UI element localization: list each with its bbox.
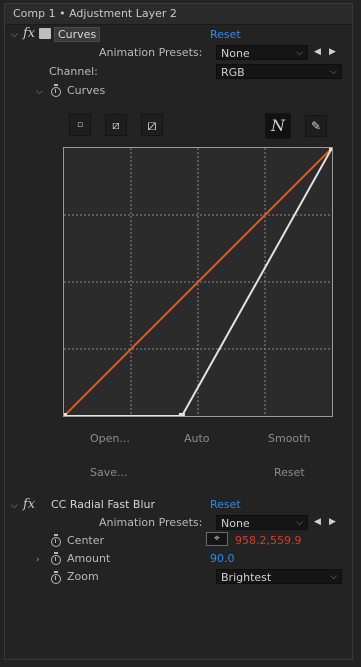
blur-animation-presets-dropdown[interactable]: None ⌵ [216, 515, 308, 530]
animation-presets-value: None [221, 47, 250, 60]
curves-reset-link[interactable]: Reset [210, 28, 241, 41]
medium-graph-size-icon[interactable]: ⧄ [105, 114, 127, 136]
effect-lock-icon[interactable] [39, 28, 51, 39]
zoom-value: Brightest [221, 571, 272, 584]
curves-save-button[interactable]: Save... [90, 466, 128, 479]
center-label: Center [67, 534, 105, 547]
blur-collapse-chevron-icon[interactable]: ⌵ [11, 501, 18, 511]
curve-control-point[interactable] [178, 413, 185, 416]
large-graph-size-icon[interactable]: ⧄ [141, 114, 163, 136]
panel-title: Comp 1 • Adjustment Layer 2 [13, 7, 177, 20]
chevron-down-icon: ⌵ [330, 67, 337, 77]
bezier-curve-tool-icon[interactable]: N [265, 113, 291, 139]
blur-effect-name[interactable]: CC Radial Fast Blur [51, 498, 155, 511]
amount-stopwatch-icon[interactable] [51, 552, 61, 566]
pencil-tool-icon[interactable]: ✎ [305, 115, 327, 137]
curves-effect-name[interactable]: Curves [54, 27, 101, 42]
blur-next-preset-icon[interactable]: ▶ [329, 517, 336, 527]
blur-fx-icon[interactable]: fx [23, 497, 35, 512]
curves-graph-svg[interactable] [64, 148, 332, 416]
chevron-down-icon: ⌵ [330, 572, 337, 582]
curves-smooth-button[interactable]: Smooth [268, 432, 310, 445]
animation-presets-label: Animation Presets: [99, 46, 203, 59]
center-stopwatch-icon[interactable] [51, 534, 61, 548]
curves-stopwatch-icon[interactable] [51, 84, 61, 98]
blur-animation-presets-value: None [221, 517, 250, 530]
curves-property-label: Curves [67, 84, 106, 97]
amount-label: Amount [67, 552, 111, 565]
curves-expand-chevron-icon[interactable]: ⌵ [36, 87, 43, 97]
channel-dropdown[interactable]: RGB ⌵ [216, 64, 342, 79]
curve-control-point[interactable] [64, 413, 67, 416]
channel-value: RGB [221, 66, 245, 79]
crosshair-target-icon[interactable]: ⌖ [206, 532, 228, 546]
blur-prev-preset-icon[interactable]: ◀ [314, 517, 321, 527]
zoom-label: Zoom [67, 570, 99, 583]
zoom-dropdown[interactable]: Brightest ⌵ [216, 569, 342, 584]
zoom-stopwatch-icon[interactable] [51, 571, 61, 585]
small-graph-size-icon[interactable]: ▫ [69, 114, 91, 136]
effect-controls-panel: Comp 1 • Adjustment Layer 2 ⌵ fx Curves … [4, 3, 353, 660]
fx-icon[interactable]: fx [23, 26, 35, 41]
curve-control-point[interactable] [329, 148, 332, 151]
curves-graph[interactable] [63, 147, 333, 417]
collapse-chevron-icon[interactable]: ⌵ [11, 30, 18, 40]
chevron-down-icon: ⌵ [296, 48, 303, 58]
next-preset-icon[interactable]: ▶ [329, 47, 336, 57]
curves-reset-button[interactable]: Reset [274, 466, 305, 479]
chevron-down-icon: ⌵ [296, 518, 303, 528]
prev-preset-icon[interactable]: ◀ [314, 47, 321, 57]
channel-label: Channel: [49, 65, 98, 78]
panel-titlebar: Comp 1 • Adjustment Layer 2 [5, 4, 352, 25]
blur-animation-presets-label: Animation Presets: [99, 516, 203, 529]
curves-open-button[interactable]: Open... [90, 432, 130, 445]
amount-value[interactable]: 90.0 [210, 552, 235, 565]
curves-auto-button[interactable]: Auto [184, 432, 210, 445]
center-value[interactable]: 958.2,559.9 [235, 534, 301, 547]
animation-presets-dropdown[interactable]: None ⌵ [216, 45, 308, 60]
amount-expand-chevron-icon[interactable]: › [36, 555, 40, 565]
blur-reset-link[interactable]: Reset [210, 498, 241, 511]
